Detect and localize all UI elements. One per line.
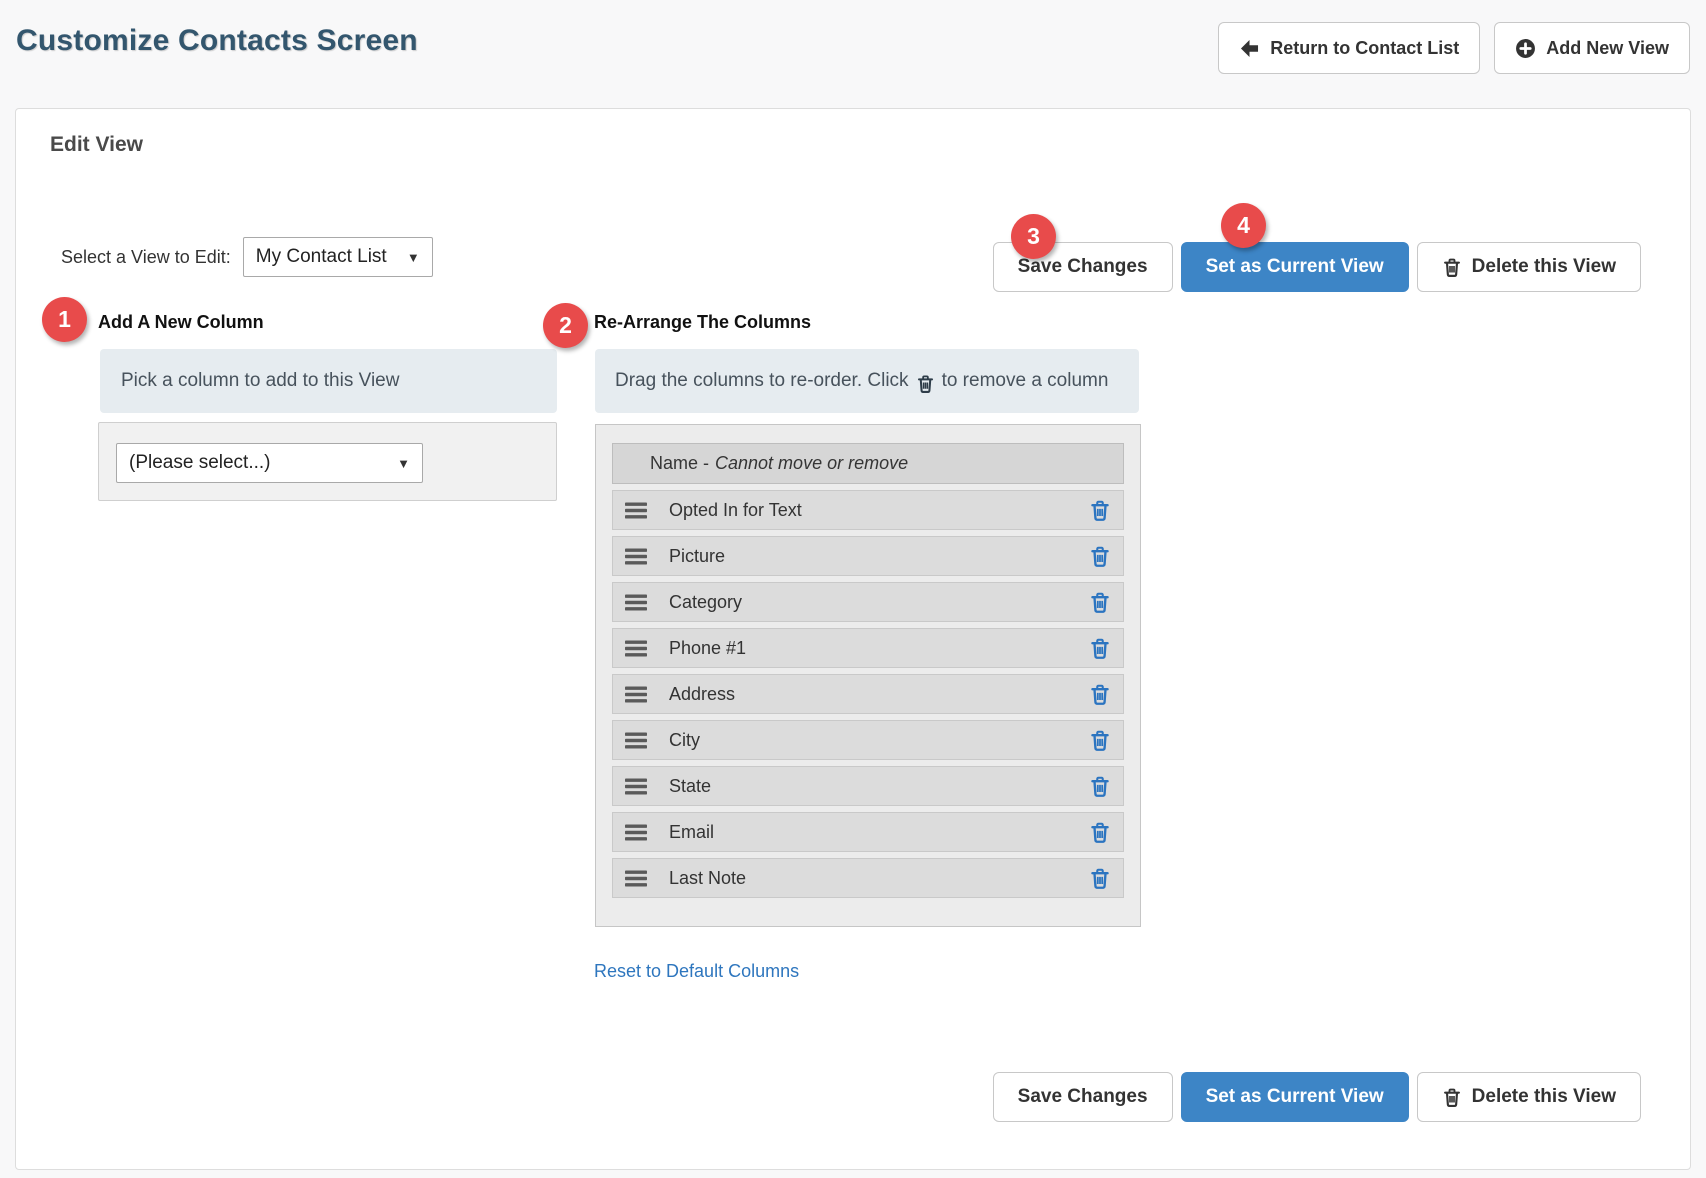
column-label: Last Note [669, 867, 747, 888]
drag-handle-icon[interactable] [625, 778, 647, 795]
column-label: City [669, 729, 700, 750]
rearrange-info-before: Drag the columns to re-order. Click [615, 370, 909, 391]
drag-handle-icon[interactable] [625, 732, 647, 749]
fixed-name-column-header: Name - Cannot move or remove [612, 443, 1124, 484]
trash-icon [916, 374, 935, 393]
step-badge-3: 3 [1011, 214, 1056, 259]
add-new-view-label: Add New View [1546, 37, 1669, 58]
remove-column-trash-icon[interactable] [1089, 867, 1111, 889]
drag-handle-icon[interactable] [625, 594, 647, 611]
caret-down-icon: ▼ [406, 249, 420, 265]
fixed-column-note: Cannot move or remove [715, 453, 909, 473]
trash-icon [1442, 1087, 1462, 1107]
return-to-contact-list-label: Return to Contact List [1270, 37, 1460, 58]
column-label: Email [669, 821, 715, 842]
save-changes-button-bottom[interactable]: Save Changes [992, 1072, 1173, 1122]
drag-handle-icon[interactable] [625, 502, 647, 519]
column-row[interactable]: State [612, 766, 1124, 806]
remove-column-trash-icon[interactable] [1089, 775, 1111, 797]
delete-this-view-button-top[interactable]: Delete this View [1416, 242, 1641, 292]
column-label: Address [669, 683, 736, 704]
column-row[interactable]: Last Note [612, 858, 1124, 898]
column-row[interactable]: Address [612, 674, 1124, 714]
set-as-current-view-label: Set as Current View [1205, 1086, 1384, 1107]
set-as-current-view-button-top[interactable]: Set as Current View [1180, 242, 1409, 292]
set-as-current-view-button-bottom[interactable]: Set as Current View [1180, 1072, 1409, 1122]
panel-title: Edit View [50, 133, 143, 156]
save-changes-label: Save Changes [1017, 256, 1148, 277]
column-label: State [669, 775, 712, 796]
view-selector-dropdown[interactable]: My Contact List ▼ [242, 237, 433, 277]
save-changes-label: Save Changes [1017, 1086, 1148, 1107]
view-selector-label: Select a View to Edit: [61, 246, 231, 267]
drag-handle-icon[interactable] [625, 824, 647, 841]
add-column-dropdown[interactable]: (Please select...) ▼ [116, 443, 423, 483]
fixed-column-label: Name - [650, 453, 710, 473]
remove-column-trash-icon[interactable] [1089, 637, 1111, 659]
remove-column-trash-icon[interactable] [1089, 821, 1111, 843]
drag-handle-icon[interactable] [625, 548, 647, 565]
rearrange-info-after: to remove a column [941, 370, 1109, 391]
step-badge-2: 2 [543, 303, 588, 348]
remove-column-trash-icon[interactable] [1089, 683, 1111, 705]
step-badge-1: 1 [42, 297, 87, 342]
add-column-heading: Add A New Column [98, 312, 264, 332]
drag-handle-icon[interactable] [625, 686, 647, 703]
column-label: Picture [669, 545, 726, 566]
delete-this-view-label: Delete this View [1471, 256, 1616, 277]
add-column-dropdown-value: (Please select...) [129, 452, 271, 473]
column-label: Phone #1 [669, 637, 747, 658]
add-new-view-button[interactable]: Add New View [1494, 22, 1690, 74]
top-action-buttons: Save Changes Set as Current View Delete … [992, 242, 1641, 292]
column-row[interactable]: Opted In for Text [612, 490, 1124, 530]
remove-column-trash-icon[interactable] [1089, 499, 1111, 521]
bottom-action-buttons: Save Changes Set as Current View Delete … [992, 1072, 1641, 1122]
drag-handle-icon[interactable] [625, 870, 647, 887]
set-as-current-view-label: Set as Current View [1205, 256, 1384, 277]
header-actions: Return to Contact List Add New View [1218, 22, 1690, 74]
return-to-contact-list-button[interactable]: Return to Contact List [1218, 22, 1481, 74]
column-row[interactable]: City [612, 720, 1124, 760]
add-column-info: Pick a column to add to this View [100, 349, 557, 413]
column-row[interactable]: Phone #1 [612, 628, 1124, 668]
columns-list: Name - Cannot move or remove Opted In fo… [595, 424, 1141, 927]
drag-handle-icon[interactable] [625, 640, 647, 657]
rearrange-info: Drag the columns to re-order. Click to r… [595, 349, 1139, 413]
view-selector-row: Select a View to Edit: My Contact List ▼ [61, 237, 433, 277]
delete-this-view-button-bottom[interactable]: Delete this View [1416, 1072, 1641, 1122]
reset-to-default-columns-link[interactable]: Reset to Default Columns [594, 961, 799, 982]
remove-column-trash-icon[interactable] [1089, 545, 1111, 567]
column-label: Category [669, 591, 743, 612]
edit-view-panel: Edit View Select a View to Edit: My Cont… [15, 108, 1691, 1170]
add-column-select-container: (Please select...) ▼ [98, 422, 557, 501]
step-badge-4: 4 [1221, 203, 1266, 248]
column-row[interactable]: Picture [612, 536, 1124, 576]
plus-circle-icon [1515, 38, 1536, 59]
delete-this-view-label: Delete this View [1471, 1086, 1616, 1107]
arrow-left-icon [1239, 38, 1260, 59]
column-row[interactable]: Category [612, 582, 1124, 622]
page-title: Customize Contacts Screen [16, 24, 418, 57]
trash-icon [1442, 257, 1462, 277]
view-selector-value: My Contact List [255, 246, 387, 267]
caret-down-icon: ▼ [397, 455, 410, 471]
rearrange-heading: Re-Arrange The Columns [594, 312, 812, 332]
column-row[interactable]: Email [612, 812, 1124, 852]
remove-column-trash-icon[interactable] [1089, 729, 1111, 751]
customize-contacts-screen: Customize Contacts Screen Return to Cont… [0, 0, 1706, 1178]
column-label: Opted In for Text [669, 499, 802, 520]
remove-column-trash-icon[interactable] [1089, 591, 1111, 613]
